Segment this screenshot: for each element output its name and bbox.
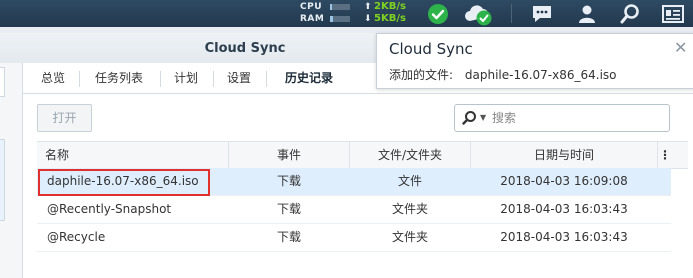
- tab-divider: [266, 71, 267, 87]
- main-content: 总览 任务列表 计划 设置 历史记录 打开 ▼ 搜索 名称 事件 文件/文件夹: [23, 63, 693, 278]
- cell-name: @Recycle: [47, 230, 106, 244]
- tab-task-list[interactable]: 任务列表: [89, 63, 149, 93]
- user-icon[interactable]: [575, 0, 599, 27]
- tab-divider: [79, 71, 80, 87]
- taskbar: CPU ⬆ 2KB/s RAM ⬇ 5KB/s: [0, 0, 693, 27]
- cpu-meter: [330, 4, 350, 10]
- cell-event: 下载: [276, 202, 301, 216]
- cell-name: @Recently-Snapshot: [47, 202, 172, 216]
- left-panel: [0, 63, 23, 278]
- cell-event: 下载: [276, 174, 301, 188]
- cell-datetime: 2018-04-03 16:09:08: [500, 174, 628, 188]
- search-icon: [462, 111, 476, 125]
- cell-type: 文件夹: [391, 202, 428, 216]
- cloud-sync-icon[interactable]: [462, 0, 496, 27]
- open-button[interactable]: 打开: [37, 104, 92, 132]
- column-header-name[interactable]: 名称: [45, 142, 69, 168]
- cell-name: daphile-16.07-x86_64.iso: [47, 174, 199, 188]
- cell-event: 下载: [276, 230, 301, 244]
- tab-history[interactable]: 历史记录: [276, 63, 342, 93]
- tab-overview[interactable]: 总览: [37, 63, 69, 93]
- column-header-event[interactable]: 事件: [229, 142, 349, 168]
- table-header: 名称 事件 文件/文件夹 日期与时间 ⋮: [37, 141, 688, 169]
- table-row[interactable]: @Recycle 下载 文件夹 2018-04-03 16:03:43: [37, 224, 671, 252]
- download-arrow-icon: ⬇: [364, 14, 372, 24]
- download-speed: 5KB/s: [374, 13, 406, 24]
- cell-type: 文件: [397, 174, 422, 188]
- cell-type: 文件夹: [391, 230, 428, 244]
- tab-underline: [23, 93, 693, 94]
- cell-datetime: 2018-04-03 16:03:43: [500, 230, 628, 244]
- left-panel-item-selected[interactable]: [0, 139, 5, 221]
- resource-monitor[interactable]: CPU ⬆ 2KB/s RAM ⬇ 5KB/s: [300, 0, 420, 27]
- search-placeholder: 搜索: [492, 111, 517, 125]
- upload-arrow-icon: ⬆: [364, 2, 372, 12]
- tab-divider: [213, 71, 214, 87]
- table-row-selected[interactable]: daphile-16.07-x86_64.iso 下载 文件 2018-04-0…: [37, 168, 671, 196]
- left-panel-item[interactable]: [0, 67, 5, 97]
- cpu-label: CPU: [300, 2, 323, 12]
- window-title: Cloud Sync: [204, 41, 286, 56]
- close-icon[interactable]: ✕: [674, 40, 687, 56]
- check-circle-icon[interactable]: [426, 0, 450, 27]
- cell-datetime: 2018-04-03 16:03:43: [500, 202, 628, 216]
- chat-icon[interactable]: [529, 0, 555, 27]
- widgets-icon[interactable]: [660, 0, 686, 27]
- chevron-down-icon[interactable]: ▼: [480, 105, 486, 131]
- search-field[interactable]: ▼ 搜索: [454, 104, 670, 132]
- column-header-datetime[interactable]: 日期与时间: [471, 142, 657, 168]
- notification-title: Cloud Sync: [389, 40, 473, 58]
- upload-speed: 2KB/s: [374, 1, 406, 12]
- ram-meter: [330, 16, 350, 22]
- search-icon[interactable]: [617, 0, 643, 27]
- table-row[interactable]: @Recently-Snapshot 下载 文件夹 2018-04-03 16:…: [37, 196, 671, 224]
- taskbar-divider: [511, 4, 512, 23]
- tab-divider: [160, 71, 161, 87]
- notification-filename: daphile-16.07-x86_64.iso: [464, 68, 617, 82]
- tab-schedule[interactable]: 计划: [170, 63, 202, 93]
- ram-label: RAM: [300, 14, 325, 24]
- history-table: 名称 事件 文件/文件夹 日期与时间 ⋮ daphile-16.07-x86_6…: [37, 141, 688, 278]
- column-header-type[interactable]: 文件/文件夹: [350, 142, 470, 168]
- notification-label: 添加的文件:: [389, 68, 454, 82]
- tab-settings[interactable]: 设置: [223, 63, 255, 93]
- notification-popup[interactable]: Cloud Sync 添加的文件: daphile-16.07-x86_64.i…: [376, 33, 693, 89]
- notification-body: 添加的文件: daphile-16.07-x86_64.iso: [389, 66, 617, 83]
- column-menu-icon[interactable]: ⋮: [657, 142, 673, 168]
